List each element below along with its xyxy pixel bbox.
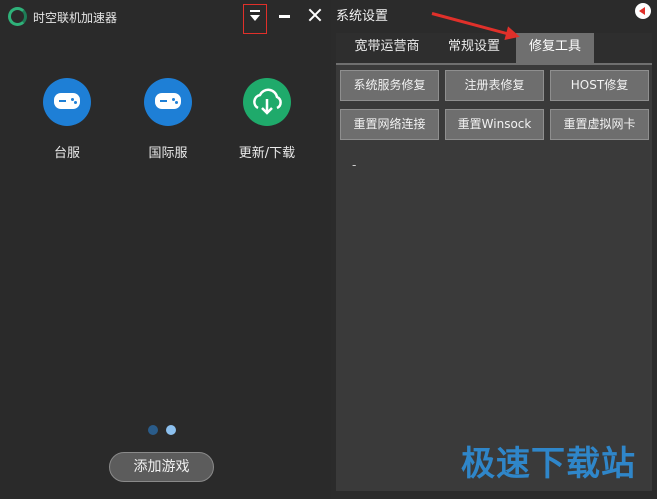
- output-text: -: [352, 158, 357, 172]
- reset-network-button[interactable]: 重置网络连接: [340, 109, 439, 140]
- gamepad-icon: [144, 78, 192, 126]
- close-button[interactable]: [306, 6, 324, 24]
- app-title: 时空联机加速器: [33, 11, 118, 25]
- app-label: 更新/下载: [238, 146, 296, 161]
- repair-host-button[interactable]: HOST修复: [550, 70, 649, 101]
- tab-general[interactable]: 常规设置: [434, 33, 514, 63]
- add-game-button[interactable]: 添加游戏: [109, 452, 214, 482]
- settings-panel: 系统设置 宽带运营商 常规设置 修复工具 系统服务修复 注册表修复 HOST修复…: [331, 0, 657, 499]
- page-dot-1[interactable]: [148, 425, 158, 435]
- title-bar: 时空联机加速器: [0, 0, 331, 34]
- app-label: 国际服: [148, 146, 188, 161]
- tab-bar: 宽带运营商 常规设置 修复工具: [336, 33, 652, 63]
- cloud-download-icon: [243, 78, 291, 126]
- pagination-dots: [148, 424, 180, 439]
- menu-bar-icon: [250, 10, 260, 12]
- accelerator-window: 时空联机加速器 台服 国际服 更新/下载 添加游戏: [0, 0, 331, 499]
- tab-divider: [336, 63, 652, 65]
- app-logo-icon: [8, 7, 27, 26]
- gamepad-icon: [43, 78, 91, 126]
- settings-body: 宽带运营商 常规设置 修复工具 系统服务修复 注册表修复 HOST修复 重置网络…: [336, 33, 652, 491]
- dropdown-menu-button[interactable]: [243, 4, 267, 34]
- app-item-taifu[interactable]: 台服: [27, 78, 107, 161]
- minimize-button[interactable]: [279, 15, 290, 18]
- tab-repair-tools[interactable]: 修复工具: [516, 33, 594, 63]
- back-button[interactable]: [635, 3, 651, 19]
- repair-system-service-button[interactable]: 系统服务修复: [340, 70, 439, 101]
- reset-virtual-nic-button[interactable]: 重置虚拟网卡: [550, 109, 649, 140]
- page-dot-2[interactable]: [166, 425, 177, 435]
- repair-registry-button[interactable]: 注册表修复: [445, 70, 544, 101]
- chevron-left-icon: [639, 7, 645, 15]
- tab-isp[interactable]: 宽带运营商: [342, 33, 432, 63]
- watermark: 极速下载站: [461, 444, 636, 484]
- reset-winsock-button[interactable]: 重置Winsock: [445, 109, 544, 140]
- chevron-down-icon: [250, 15, 260, 21]
- app-item-international[interactable]: 国际服: [128, 78, 208, 161]
- app-item-update-download[interactable]: 更新/下载: [227, 78, 307, 161]
- settings-title: 系统设置: [336, 9, 389, 24]
- app-label: 台服: [53, 146, 80, 161]
